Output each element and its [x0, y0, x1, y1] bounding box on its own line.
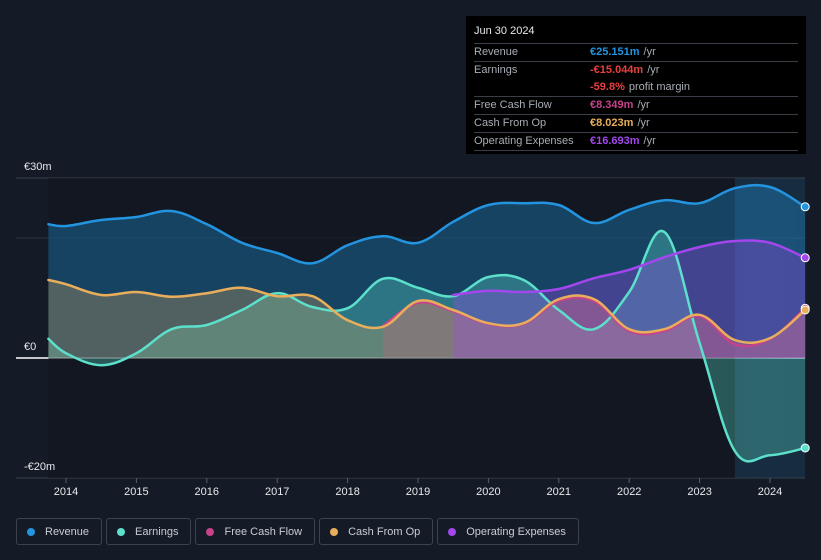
legend-label: Free Cash Flow: [224, 525, 303, 538]
x-tick-label: 2017: [265, 486, 289, 498]
tooltip-value: -59.8%: [590, 81, 625, 93]
x-tick-label: 2021: [547, 486, 571, 498]
x-tick-label: 2019: [406, 486, 430, 498]
tooltip-value: €8.023m: [590, 117, 634, 129]
legend-item-earnings[interactable]: Earnings: [106, 518, 192, 545]
tooltip-label: Free Cash Flow: [474, 99, 552, 111]
tooltip-unit: /yr: [647, 64, 660, 76]
x-tick-label: 2015: [124, 486, 148, 498]
x-tick-label: 2016: [195, 486, 219, 498]
tooltip-value: -€15.044m: [590, 64, 644, 76]
legend-item-free-cash-flow[interactable]: Free Cash Flow: [195, 518, 316, 545]
tooltip-row: -59.8% profit margin: [474, 79, 798, 97]
tooltip-row: Operating Expenses €16.693m/yr: [474, 133, 798, 151]
tooltip-row: Free Cash Flow €8.349m/yr: [474, 97, 798, 115]
x-tick-label: 2023: [687, 486, 711, 498]
legend-item-cash-from-op[interactable]: Cash From Op: [319, 518, 434, 545]
legend-item-revenue[interactable]: Revenue: [16, 518, 103, 545]
legend-dot-icon: [117, 527, 126, 536]
tooltip-label: Revenue: [474, 46, 519, 58]
x-tick-label: 2024: [758, 486, 782, 498]
tooltip-panel: Jun 30 2024 Revenue €25.151m/yr Earnings -€…: [466, 16, 806, 154]
x-tick-label: 2022: [617, 486, 641, 498]
legend-label: Operating Expenses: [466, 525, 566, 538]
tooltip-value: €8.349m: [590, 99, 634, 111]
legend-dot-icon: [448, 527, 457, 536]
legend-label: Earnings: [135, 525, 179, 538]
x-tick-label: 2020: [476, 486, 500, 498]
tooltip-label: [474, 79, 590, 96]
legend-dot-icon: [330, 527, 339, 536]
y-tick-label: €30m: [24, 161, 52, 173]
y-tick-label: €0: [24, 341, 36, 353]
revenue-end-marker: [800, 202, 810, 212]
tooltip-value: €16.693m: [590, 135, 640, 147]
tooltip-unit: profit margin: [628, 81, 690, 93]
cash-from-op-end-marker: [800, 305, 810, 315]
earnings-end-marker: [800, 443, 810, 453]
legend-dot-icon: [27, 527, 35, 536]
tooltip-label: Operating Expenses: [474, 135, 574, 147]
tooltip-unit: /yr: [637, 99, 650, 111]
legend-label: Cash From Op: [348, 525, 421, 538]
operating-expenses-end-marker: [800, 253, 810, 263]
x-tick-label: 2018: [335, 486, 359, 498]
x-tick-label: 2014: [54, 486, 78, 498]
tooltip-row: Earnings -€15.044m/yr: [474, 62, 798, 79]
y-tick-label: -€20m: [24, 461, 55, 473]
legend-label: Revenue: [45, 525, 90, 538]
legend-dot-icon: [206, 527, 215, 536]
tooltip-unit: /yr: [643, 135, 656, 147]
legend-item-operating-expenses[interactable]: Operating Expenses: [437, 518, 579, 545]
tooltip-label: Earnings: [474, 64, 518, 76]
tooltip-date: Jun 30 2024: [474, 24, 798, 44]
legend: Revenue Earnings Free Cash Flow Cash From O…: [16, 518, 579, 545]
tooltip-row: Cash From Op €8.023m/yr: [474, 115, 798, 133]
tooltip-label: Cash From Op: [474, 117, 547, 129]
tooltip-unit: /yr: [637, 117, 650, 129]
tooltip-row: Revenue €25.151m/yr: [474, 44, 798, 62]
x-axis: 2014 2015 2016 2017 2018 2019 2020 2021 2022 2023…: [54, 478, 782, 498]
tooltip-unit: /yr: [643, 46, 656, 58]
tooltip-value: €25.151m: [590, 46, 640, 58]
